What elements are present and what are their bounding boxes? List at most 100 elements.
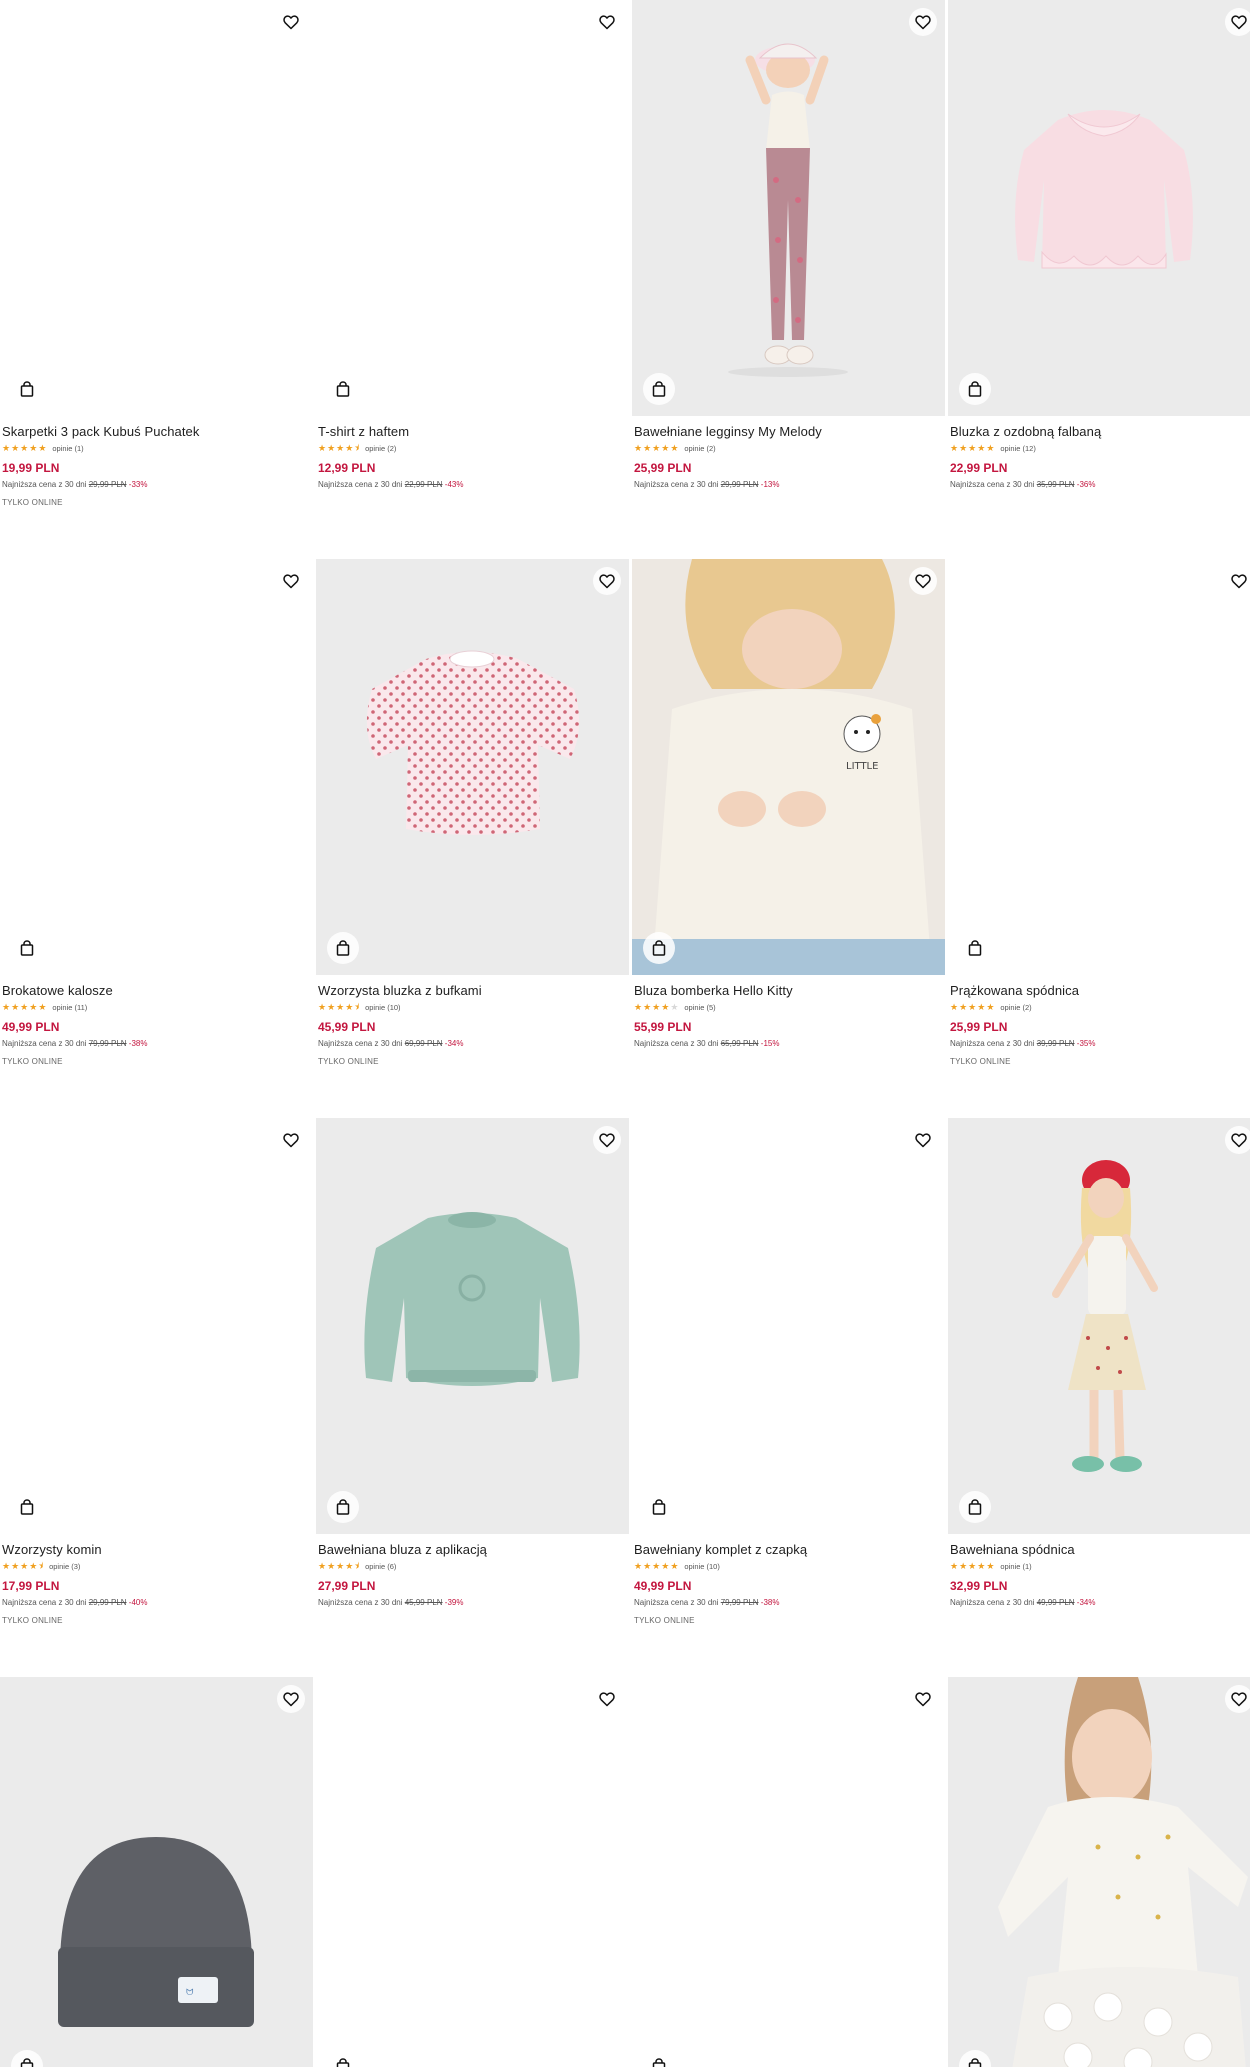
- shopping-bag-icon[interactable]: [643, 1491, 675, 1523]
- product-title[interactable]: Bluzka z ozdobną falbaną: [950, 424, 1250, 442]
- product-image[interactable]: [632, 0, 945, 416]
- online-only-badge: TYLKO ONLINE: [2, 1057, 63, 1066]
- product-image[interactable]: [0, 0, 313, 416]
- reviews-count[interactable]: opinie (3): [49, 1562, 80, 1571]
- reviews-count[interactable]: opinie (5): [684, 1003, 715, 1012]
- reviews-count[interactable]: opinie (1): [1000, 1562, 1031, 1571]
- product-image[interactable]: [948, 1118, 1250, 1534]
- product-image[interactable]: [0, 1118, 313, 1534]
- heart-icon[interactable]: [909, 567, 937, 595]
- svg-text:ᗢ: ᗢ: [186, 1988, 194, 1998]
- lowest-price-label: Najniższa cena z 30 dni: [318, 1039, 403, 1048]
- heart-icon[interactable]: [277, 8, 305, 36]
- product-title[interactable]: Bawełniany komplet z czapką: [634, 1542, 943, 1560]
- heart-icon[interactable]: [593, 8, 621, 36]
- reviews-count[interactable]: opinie (2): [1000, 1003, 1031, 1012]
- reviews-count[interactable]: opinie (11): [52, 1003, 87, 1012]
- product-title[interactable]: Bawełniana bluza z aplikacją: [318, 1542, 627, 1560]
- rating-star-icon: ★: [29, 1560, 38, 1571]
- rating-star-icon: ★: [29, 1001, 38, 1012]
- product-image[interactable]: [632, 1118, 945, 1534]
- product-image[interactable]: [0, 559, 313, 975]
- old-price: 22,99 PLN: [404, 480, 443, 489]
- reviews-count[interactable]: opinie (10): [684, 1562, 719, 1571]
- shopping-bag-icon[interactable]: [643, 373, 675, 405]
- rating-star-icon: ★: [670, 1001, 679, 1012]
- product-image[interactable]: [632, 1677, 945, 2067]
- shopping-bag-icon[interactable]: [643, 932, 675, 964]
- rating-star-icon: ★: [643, 442, 652, 453]
- reviews-count[interactable]: opinie (12): [1000, 444, 1035, 453]
- reviews-count[interactable]: opinie (1): [52, 444, 83, 453]
- product-rating: ★ ★ ★ ★ ★ opinie (1): [2, 442, 311, 454]
- heart-icon[interactable]: [1225, 1685, 1250, 1713]
- lowest-price-label: Najniższa cena z 30 dni: [634, 1598, 719, 1607]
- lowest-price-label: Najniższa cena z 30 dni: [634, 1039, 719, 1048]
- shopping-bag-icon[interactable]: [327, 932, 359, 964]
- shopping-bag-icon[interactable]: [643, 2050, 675, 2067]
- heart-icon[interactable]: [277, 1126, 305, 1154]
- shopping-bag-icon[interactable]: [959, 932, 991, 964]
- product-title[interactable]: Skarpetki 3 pack Kubuś Puchatek: [2, 424, 311, 442]
- heart-icon[interactable]: [909, 8, 937, 36]
- product-title[interactable]: Bawełniana spódnica: [950, 1542, 1250, 1560]
- reviews-count[interactable]: opinie (6): [365, 1562, 396, 1571]
- rating-star-icon: ★: [29, 442, 38, 453]
- heart-icon[interactable]: [1225, 567, 1250, 595]
- rating-star-icon: ★: [634, 1560, 643, 1571]
- heart-icon[interactable]: [1225, 8, 1250, 36]
- product-image[interactable]: LITTLE: [632, 559, 945, 975]
- shopping-bag-icon[interactable]: [327, 2050, 359, 2067]
- product-title[interactable]: Bawełniane legginsy My Melody: [634, 424, 943, 442]
- lowest-price-info: Najniższa cena z 30 dni 65,99 PLN -15%: [634, 1039, 943, 1050]
- product-image[interactable]: [316, 0, 629, 416]
- product-image[interactable]: [316, 1677, 629, 2067]
- shopping-bag-icon[interactable]: [11, 1491, 43, 1523]
- heart-icon[interactable]: [593, 1126, 621, 1154]
- lowest-price-info: Najniższa cena z 30 dni 35,99 PLN -36%: [950, 480, 1250, 491]
- heart-icon[interactable]: [593, 567, 621, 595]
- product-image[interactable]: [316, 1118, 629, 1534]
- product-price: 19,99 PLN: [2, 461, 60, 475]
- rating-star-icon: ★: [977, 1001, 986, 1012]
- product-image[interactable]: [948, 1677, 1250, 2067]
- old-price: 49,99 PLN: [1036, 1598, 1075, 1607]
- product-title[interactable]: Brokatowe kalosze: [2, 983, 311, 1001]
- reviews-count[interactable]: opinie (2): [684, 444, 715, 453]
- shopping-bag-icon[interactable]: [959, 373, 991, 405]
- product-image[interactable]: [316, 559, 629, 975]
- product-title[interactable]: T-shirt z haftem: [318, 424, 627, 442]
- reviews-count[interactable]: opinie (10): [365, 1003, 400, 1012]
- lowest-price-label: Najniższa cena z 30 dni: [2, 1598, 87, 1607]
- product-rating: ★ ★ ★ ★ ★ opinie (2): [634, 442, 943, 454]
- product-title[interactable]: Wzorzysty komin: [2, 1542, 311, 1560]
- rating-star-icon: ★: [661, 442, 670, 453]
- shopping-bag-icon[interactable]: [11, 373, 43, 405]
- heart-icon[interactable]: [277, 1685, 305, 1713]
- shopping-bag-icon[interactable]: [959, 1491, 991, 1523]
- product-price: 55,99 PLN: [634, 1020, 692, 1034]
- heart-icon[interactable]: [909, 1685, 937, 1713]
- lowest-price-label: Najniższa cena z 30 dni: [2, 1039, 87, 1048]
- product-title[interactable]: Wzorzysta bluzka z bufkami: [318, 983, 627, 1001]
- shopping-bag-icon[interactable]: [11, 932, 43, 964]
- reviews-count[interactable]: opinie (2): [365, 444, 396, 453]
- rating-star-icon: ★: [661, 1560, 670, 1571]
- heart-icon[interactable]: [593, 1685, 621, 1713]
- online-only-badge: TYLKO ONLINE: [318, 1057, 379, 1066]
- rating-star-icon: ★: [977, 442, 986, 453]
- product-title[interactable]: Prążkowana spódnica: [950, 983, 1250, 1001]
- product-image[interactable]: ᗢ: [0, 1677, 313, 2067]
- discount-badge: -13%: [760, 480, 780, 489]
- product-title[interactable]: Bluza bomberka Hello Kitty: [634, 983, 943, 1001]
- shopping-bag-icon[interactable]: [327, 373, 359, 405]
- product-rating: ★ ★ ★ ★ ⯨ opinie (2): [318, 442, 627, 454]
- product-rating: ★ ★ ★ ★ ★ opinie (10): [634, 1560, 943, 1572]
- heart-icon[interactable]: [1225, 1126, 1250, 1154]
- shopping-bag-icon[interactable]: [327, 1491, 359, 1523]
- heart-icon[interactable]: [277, 567, 305, 595]
- heart-icon[interactable]: [909, 1126, 937, 1154]
- rating-star-icon: ★: [634, 1001, 643, 1012]
- product-image[interactable]: [948, 559, 1250, 975]
- product-image[interactable]: [948, 0, 1250, 416]
